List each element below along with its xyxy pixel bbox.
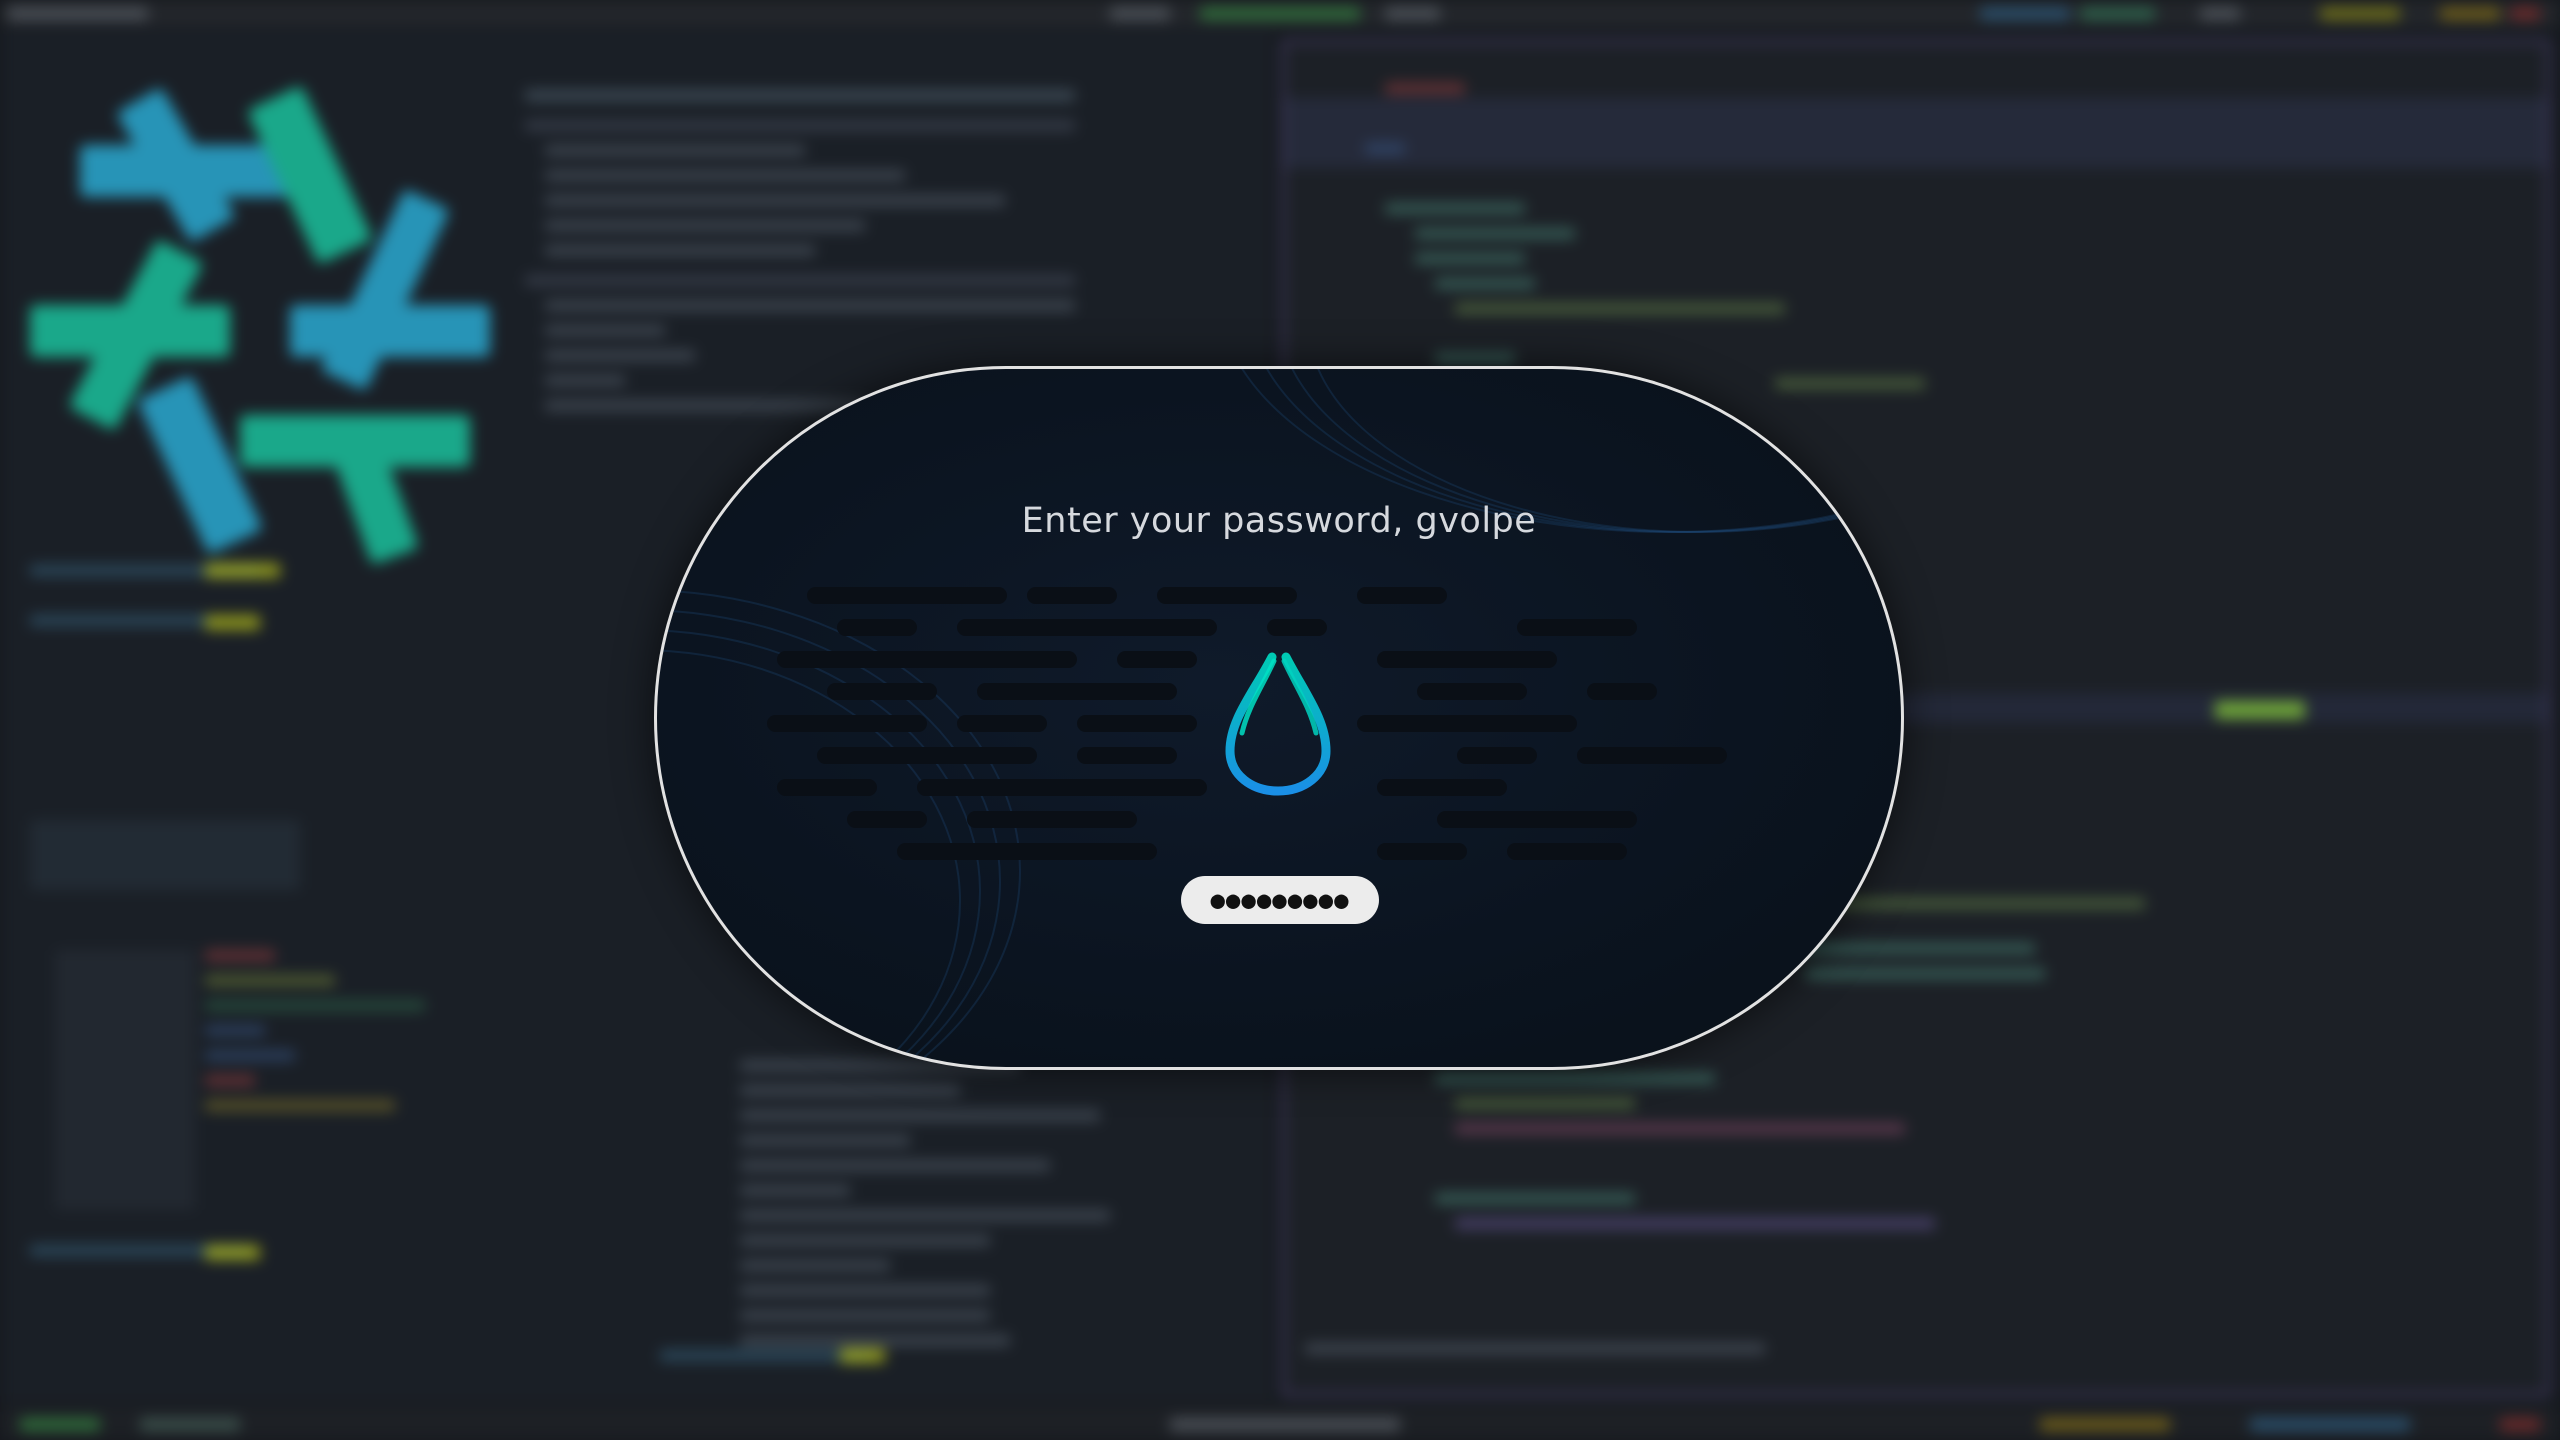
water-drop-icon	[1225, 652, 1331, 796]
password-field[interactable]: ●●●●●●●●●	[1181, 876, 1379, 924]
lock-screen-card: Enter your password, gvolpe ●●●●●●●●●	[654, 366, 1904, 1070]
screen: Enter your password, gvolpe ●●●●●●●●●	[0, 0, 2560, 1440]
password-prompt: Enter your password, gvolpe	[1021, 501, 1537, 541]
bottom-status-bar	[0, 1408, 2560, 1440]
nixos-snowflake-icon	[30, 50, 510, 565]
top-status-bar	[0, 0, 2560, 26]
